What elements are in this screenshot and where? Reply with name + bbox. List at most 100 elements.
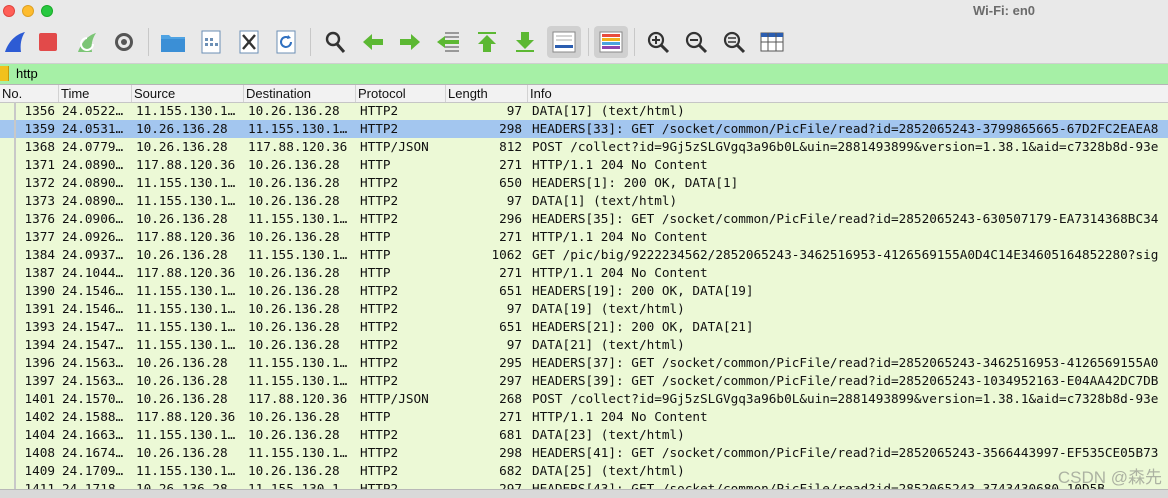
packet-number: 1384: [24, 247, 55, 262]
table-row[interactable]: 1393 24.1547… 11.155.130.1… 10.26.136.28 HTT…: [0, 318, 1168, 336]
packet-number: 1387: [24, 265, 55, 280]
normal-size-icon[interactable]: [719, 26, 749, 58]
table-row[interactable]: 1411 24.1718… 10.26.136.28 11.155.130.1… HTT…: [0, 480, 1168, 489]
capture-options-icon[interactable]: [109, 26, 139, 58]
packet-source: 11.155.130.1…: [136, 283, 236, 298]
packet-time: 24.1674…: [62, 445, 124, 460]
go-first-icon[interactable]: [472, 26, 502, 58]
table-row[interactable]: 1402 24.1588… 117.88.120.36 10.26.136.28 HTT…: [0, 408, 1168, 426]
packet-destination: 10.26.136.28: [248, 319, 340, 334]
stop-capture-icon[interactable]: [33, 26, 63, 58]
packet-number: 1376: [24, 211, 55, 226]
table-row[interactable]: 1376 24.0906… 10.26.136.28 11.155.130.1… HTT…: [0, 210, 1168, 228]
reload-file-icon[interactable]: [271, 26, 301, 58]
watermark: CSDN @森先: [1057, 468, 1162, 487]
column-header-length[interactable]: Length: [446, 85, 528, 102]
column-header-protocol[interactable]: Protocol: [356, 85, 446, 102]
packet-number: 1359: [24, 121, 55, 136]
packet-number: 1411: [24, 481, 55, 489]
packet-info: POST /collect?id=9Gj5zSLGVgq3a96b0L&uin=…: [532, 391, 1159, 406]
packet-destination: 11.155.130.1…: [248, 247, 348, 262]
table-row[interactable]: 1368 24.0779… 10.26.136.28 117.88.120.36 HTT…: [0, 138, 1168, 156]
table-row[interactable]: 1377 24.0926… 117.88.120.36 10.26.136.28 HTT…: [0, 228, 1168, 246]
bookmark-icon[interactable]: [0, 66, 9, 81]
table-row[interactable]: 1401 24.1570… 10.26.136.28 117.88.120.36 HTT…: [0, 390, 1168, 408]
table-row[interactable]: 1387 24.1044… 117.88.120.36 10.26.136.28 HTT…: [0, 264, 1168, 282]
packet-protocol: HTTP: [360, 247, 391, 262]
packet-source: 10.26.136.28: [136, 139, 228, 154]
packet-number: 1408: [24, 445, 55, 460]
table-row[interactable]: 1373 24.0890… 11.155.130.1… 10.26.136.28 HTT…: [0, 192, 1168, 210]
colorize-icon[interactable]: [594, 26, 628, 58]
zoom-in-icon[interactable]: [643, 26, 673, 58]
packet-info: GET /pic/big/9222234562/2852065243-34625…: [532, 247, 1159, 262]
open-file-icon[interactable]: [158, 26, 188, 58]
table-row[interactable]: 1397 24.1563… 10.26.136.28 11.155.130.1… HTT…: [0, 372, 1168, 390]
packet-source: 117.88.120.36: [136, 229, 236, 244]
table-row[interactable]: 1409 24.1709… 11.155.130.1… 10.26.136.28 HTT…: [0, 462, 1168, 480]
column-header-time[interactable]: Time: [59, 85, 132, 102]
table-row[interactable]: 1408 24.1674… 10.26.136.28 11.155.130.1… HTT…: [0, 444, 1168, 462]
table-row[interactable]: 1372 24.0890… 11.155.130.1… 10.26.136.28 HTT…: [0, 174, 1168, 192]
packet-length: 271: [499, 265, 522, 280]
packet-protocol: HTTP2: [360, 193, 399, 208]
zoom-out-icon[interactable]: [681, 26, 711, 58]
resize-columns-icon[interactable]: [757, 26, 787, 58]
table-row[interactable]: 1396 24.1563… 10.26.136.28 11.155.130.1… HTT…: [0, 354, 1168, 372]
packet-time: 24.1563…: [62, 355, 124, 370]
packet-time: 24.1588…: [62, 409, 124, 424]
table-row[interactable]: 1371 24.0890… 117.88.120.36 10.26.136.28 HTT…: [0, 156, 1168, 174]
table-row[interactable]: 1359 24.0531… 10.26.136.28 11.155.130.1… HTT…: [0, 120, 1168, 138]
column-header-destination[interactable]: Destination: [244, 85, 356, 102]
packet-length: 97: [506, 193, 522, 208]
packet-time: 24.0890…: [62, 157, 124, 172]
find-packet-icon[interactable]: [320, 26, 350, 58]
packet-time: 24.0531…: [62, 121, 124, 136]
table-row[interactable]: 1356 24.0522… 11.155.130.1… 10.26.136.28 HTT…: [0, 102, 1168, 120]
packet-length: 268: [499, 391, 522, 406]
packet-source: 10.26.136.28: [136, 121, 228, 136]
zoom-window-button[interactable]: [41, 5, 53, 17]
table-row[interactable]: 1390 24.1546… 11.155.130.1… 10.26.136.28 HTT…: [0, 282, 1168, 300]
display-filter-input[interactable]: [16, 65, 1116, 83]
go-to-packet-icon[interactable]: [433, 26, 463, 58]
go-last-icon[interactable]: [510, 26, 540, 58]
packet-time: 24.1570…: [62, 391, 124, 406]
packet-destination: 11.155.130.1…: [248, 373, 348, 388]
packet-source: 117.88.120.36: [136, 157, 236, 172]
packet-length: 97: [506, 337, 522, 352]
packet-info: DATA[23] (text/html): [532, 427, 685, 442]
window-title: Wi-Fi: en0: [973, 3, 1035, 18]
close-file-icon[interactable]: [234, 26, 264, 58]
go-forward-icon[interactable]: [395, 26, 425, 58]
packet-number: 1397: [24, 373, 55, 388]
restart-capture-icon[interactable]: [72, 26, 102, 58]
packet-time: 24.0522…: [62, 103, 124, 118]
packet-time: 24.1709…: [62, 463, 124, 478]
close-window-button[interactable]: [3, 5, 15, 17]
start-capture-icon[interactable]: [0, 26, 30, 58]
packet-length: 651: [499, 283, 522, 298]
packet-protocol: HTTP: [360, 157, 391, 172]
minimize-window-button[interactable]: [22, 5, 34, 17]
table-row[interactable]: 1384 24.0937… 10.26.136.28 11.155.130.1… HTT…: [0, 246, 1168, 264]
column-header-info[interactable]: Info: [528, 85, 1168, 102]
packet-protocol: HTTP/JSON: [360, 139, 429, 154]
packet-destination: 10.26.136.28: [248, 427, 340, 442]
packet-protocol: HTTP2: [360, 175, 399, 190]
column-header-source[interactable]: Source: [132, 85, 244, 102]
packet-length: 651: [499, 319, 522, 334]
column-header-no[interactable]: No.: [0, 85, 59, 102]
packet-protocol: HTTP2: [360, 481, 399, 489]
table-row[interactable]: 1391 24.1546… 11.155.130.1… 10.26.136.28 HTT…: [0, 300, 1168, 318]
autoscroll-icon[interactable]: [547, 26, 581, 58]
packet-time: 24.1546…: [62, 301, 124, 316]
packet-destination: 10.26.136.28: [248, 409, 340, 424]
packet-source: 11.155.130.1…: [136, 319, 236, 334]
save-file-icon[interactable]: [196, 26, 226, 58]
go-back-icon[interactable]: [358, 26, 388, 58]
table-row[interactable]: 1404 24.1663… 11.155.130.1… 10.26.136.28 HTT…: [0, 426, 1168, 444]
packet-number: 1409: [24, 463, 55, 478]
packet-number: 1377: [24, 229, 55, 244]
table-row[interactable]: 1394 24.1547… 11.155.130.1… 10.26.136.28 HTT…: [0, 336, 1168, 354]
